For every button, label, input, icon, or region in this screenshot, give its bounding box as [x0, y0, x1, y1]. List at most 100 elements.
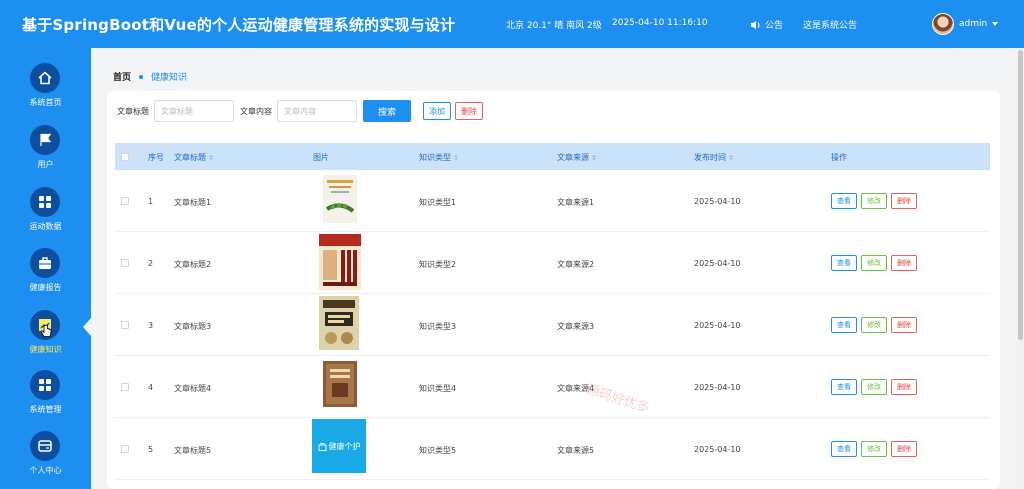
edit-button[interactable]: 修改: [861, 379, 887, 395]
breadcrumb-separator: [139, 74, 144, 79]
table-header: 序号 文章标题 图片 知识类型 文章来源 发布时间 操作: [115, 143, 990, 170]
row-type: 知识类型1: [419, 198, 457, 207]
article-image: [323, 361, 357, 407]
title-search-input[interactable]: 文章标题: [154, 100, 234, 122]
grid-icon: [30, 187, 60, 217]
delete-button[interactable]: 删除: [891, 317, 917, 333]
sidebar-item-label: 健康知识: [29, 345, 62, 354]
row-checkbox[interactable]: [121, 321, 129, 329]
delete-button[interactable]: 删除: [891, 379, 917, 395]
title-search-label: 文章标题: [117, 106, 149, 116]
content-search-label: 文章内容: [240, 106, 272, 116]
row-source: 文章来源3: [557, 322, 595, 331]
active-indicator: [83, 318, 91, 336]
row-index: 3: [148, 321, 154, 330]
sidebar-item-label: 健康报告: [29, 283, 62, 292]
current-datetime: 2025-04-10 11:16:10: [612, 18, 708, 28]
row-checkbox[interactable]: [121, 197, 129, 205]
row-title: 文章标题4: [174, 384, 212, 393]
edit-button[interactable]: 修改: [861, 441, 887, 457]
sidebar-item-profile[interactable]: 个人中心: [0, 431, 91, 489]
row-index: 1: [148, 197, 154, 206]
speaker-icon: [751, 20, 760, 29]
delete-button[interactable]: 删除: [891, 441, 917, 457]
col-title-label: 文章标题: [174, 153, 206, 162]
hand-cursor-icon: [40, 324, 52, 337]
delete-button[interactable]: 删除: [891, 193, 917, 209]
row-index: 5: [148, 445, 154, 454]
row-type: 知识类型4: [419, 384, 457, 393]
sidebar-item-label: 用户: [37, 160, 54, 169]
username: admin: [959, 19, 988, 29]
breadcrumb-current: 健康知识: [151, 73, 188, 83]
table-row: 2 文章标题2 知识类型2 文章来源2 2025-04-10 查看 修改 删除: [115, 232, 990, 294]
view-button[interactable]: 查看: [831, 193, 857, 209]
row-title: 文章标题2: [174, 260, 212, 269]
edit-button[interactable]: 修改: [861, 255, 887, 271]
table-row: 3 文章标题3 知识类型3 文章来源3 2025-04-10 查看 修改 删除: [115, 294, 990, 356]
sidebar-item-health-report[interactable]: 健康报告: [0, 248, 91, 308]
search-button[interactable]: 搜索: [363, 100, 411, 122]
row-date: 2025-04-10: [694, 321, 741, 330]
row-title: 文章标题1: [174, 198, 212, 207]
table-row: 5 文章标题5 健康个护 知识类型5 文章来源5 2025-04-10 查看 修…: [115, 418, 990, 480]
col-title[interactable]: 文章标题: [174, 152, 213, 163]
view-button[interactable]: 查看: [831, 441, 857, 457]
sort-icon: [209, 155, 213, 160]
row-date: 2025-04-10: [694, 197, 741, 206]
col-date[interactable]: 发布时间: [694, 152, 733, 163]
row-checkbox[interactable]: [121, 445, 129, 453]
sort-icon: [592, 155, 596, 160]
sidebar-item-home[interactable]: 系统首页: [0, 63, 91, 123]
avatar: [932, 13, 954, 35]
sidebar-item-label: 系统首页: [29, 98, 62, 107]
app-title: 基于SpringBoot和Vue的个人运动健康管理系统的实现与设计: [22, 16, 456, 34]
row-date: 2025-04-10: [694, 259, 741, 268]
view-button[interactable]: 查看: [831, 317, 857, 333]
flag-icon: [30, 125, 60, 155]
sidebar-item-label: 系统管理: [29, 405, 62, 414]
table-row: 1 文章标题1 知识类型1 文章来源1 2025-04-10 查看 修改 删除: [115, 170, 990, 232]
breadcrumb-home[interactable]: 首页: [113, 70, 131, 83]
image-caption: 健康个护: [328, 441, 361, 451]
row-title: 文章标题5: [174, 446, 212, 455]
table-row: 4 文章标题4 知识类型4 文章来源4 2025-04-10 查看 修改 删除: [115, 356, 990, 418]
row-date: 2025-04-10: [694, 445, 741, 454]
col-source[interactable]: 文章来源: [557, 152, 596, 163]
sidebar-item-label: 个人中心: [29, 466, 62, 475]
col-image-label: 图片: [313, 153, 329, 162]
edit-button[interactable]: 修改: [861, 193, 887, 209]
col-source-label: 文章来源: [557, 153, 589, 162]
sidebar-item-users[interactable]: 用户: [0, 125, 91, 185]
select-all-checkbox[interactable]: [121, 153, 129, 161]
user-menu[interactable]: admin: [932, 13, 999, 35]
batch-delete-button[interactable]: 删除: [455, 102, 483, 120]
edit-button[interactable]: 修改: [861, 317, 887, 333]
search-bar: 文章标题 文章标题 文章内容 文章内容: [117, 100, 357, 122]
col-type[interactable]: 知识类型: [419, 152, 458, 163]
row-checkbox[interactable]: [121, 383, 129, 391]
add-button[interactable]: 添加: [423, 102, 451, 120]
sidebar-item-system-admin[interactable]: 系统管理: [0, 370, 91, 430]
row-source: 文章来源2: [557, 260, 595, 269]
view-button[interactable]: 查看: [831, 379, 857, 395]
sidebar-item-sport-data[interactable]: 运动数据: [0, 187, 91, 247]
delete-button[interactable]: 删除: [891, 255, 917, 271]
weather-info: 北京 20.1° 晴 南风 2级: [506, 21, 602, 31]
sort-icon: [454, 155, 458, 160]
row-type: 知识类型2: [419, 260, 457, 269]
notice-label: 公告: [765, 21, 784, 31]
scrollbar-thumb[interactable]: [1018, 50, 1023, 340]
col-index: 序号: [148, 152, 164, 163]
home-icon: [30, 63, 60, 93]
col-image: 图片: [313, 152, 329, 163]
content-search-input[interactable]: 文章内容: [277, 100, 357, 122]
sidebar-item-health-knowledge[interactable]: 健康知识: [0, 310, 91, 370]
row-checkbox[interactable]: [121, 259, 129, 267]
notice-button[interactable]: 公告: [750, 18, 783, 31]
row-title: 文章标题3: [174, 322, 212, 331]
article-image: [323, 175, 357, 223]
view-button[interactable]: 查看: [831, 255, 857, 271]
vertical-scrollbar[interactable]: [1017, 48, 1024, 489]
col-ops: 操作: [831, 152, 847, 163]
